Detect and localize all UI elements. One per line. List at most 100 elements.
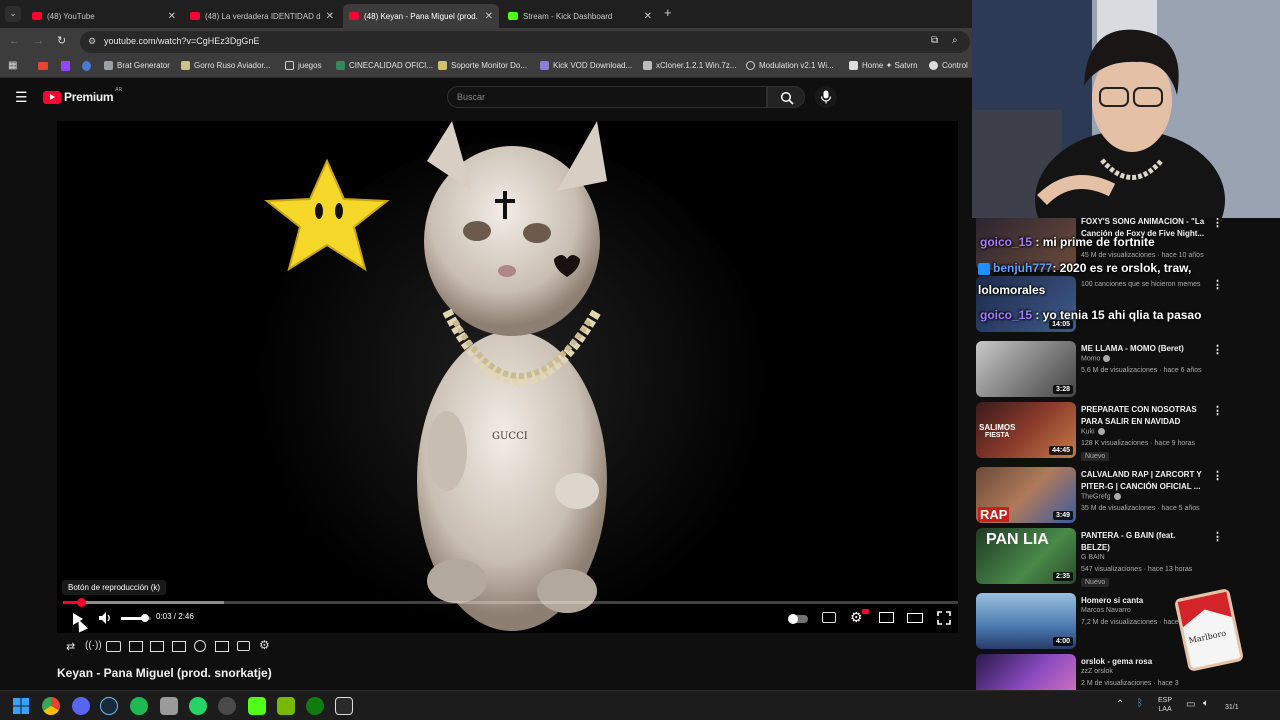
bookmark-item[interactable]: Kick VOD Download... — [540, 61, 632, 70]
bookmark-item[interactable]: Home ✦ Satvrn — [849, 61, 918, 70]
gmail-icon[interactable] — [38, 62, 48, 70]
volume-handle[interactable] — [141, 614, 149, 622]
channel-name[interactable]: TheGrefg — [1081, 493, 1121, 500]
video-title[interactable]: PANTERA - G BAIN (feat. BELZE) — [1081, 530, 1206, 554]
volume-icon[interactable] — [98, 611, 112, 625]
menu-icon[interactable]: ☰ — [15, 89, 28, 106]
fullscreen-icon[interactable] — [937, 611, 951, 625]
bookmark-item[interactable]: CINECALIDAD OFICI... — [336, 61, 433, 70]
more-options-icon[interactable]: ⋮ — [1212, 343, 1223, 356]
search-button[interactable] — [767, 86, 805, 108]
clapper-icon[interactable] — [129, 641, 143, 652]
recommended-video[interactable]: 3:28 ME LLAMA - MOMO (Beret) Momo 5,6 M … — [976, 341, 1276, 399]
bookmark-item[interactable]: Brat Generator — [104, 61, 170, 70]
miniplayer-icon[interactable] — [879, 612, 894, 623]
progress-bar[interactable] — [63, 598, 958, 607]
tray-chevron-icon[interactable]: ⌃ — [1116, 699, 1124, 710]
search-input[interactable]: Buscar — [447, 86, 767, 108]
more-options-icon[interactable]: ⋮ — [1212, 218, 1223, 229]
xbox-icon[interactable] — [306, 697, 324, 715]
video-thumbnail[interactable]: SALIMOS FIESTA 44:45 — [976, 402, 1076, 458]
extension-settings-icon[interactable]: ⚙ — [259, 638, 270, 652]
video-thumbnail[interactable]: PAN LIA 2:35 — [976, 528, 1076, 584]
close-tab-icon[interactable]: ✕ — [485, 11, 493, 22]
cinema-icon[interactable] — [172, 641, 186, 652]
app-icon[interactable] — [218, 697, 236, 715]
video-title[interactable]: ME LLAMA - MOMO (Beret) — [1081, 343, 1206, 355]
bluetooth-icon[interactable]: ᛒ — [1137, 698, 1143, 709]
bookmark-item[interactable]: Control — [929, 61, 968, 70]
steam-icon[interactable] — [100, 697, 118, 715]
more-options-icon[interactable]: ⋮ — [1212, 278, 1223, 291]
app-icon[interactable] — [160, 697, 178, 715]
whatsapp-icon[interactable] — [189, 697, 207, 715]
video-thumbnail[interactable]: RAP 3:49 — [976, 467, 1076, 523]
screenshot-icon[interactable] — [106, 641, 121, 652]
profile-bookmark-icon[interactable] — [82, 61, 91, 71]
clock-date[interactable]: 31/1 — [1225, 704, 1239, 711]
twitch-icon[interactable] — [61, 61, 70, 71]
audio-icon[interactable]: ((·)) — [85, 640, 102, 651]
chrome-icon[interactable] — [42, 697, 60, 715]
kick-icon[interactable] — [248, 697, 266, 715]
epic-games-icon[interactable] — [335, 697, 353, 715]
video-thumbnail[interactable] — [976, 654, 1076, 690]
recommended-video[interactable]: RAP 3:49 CALVALAND RAP | ZARCORT Y PITER… — [976, 467, 1276, 525]
nvidia-icon[interactable] — [277, 697, 295, 715]
tab-search-button[interactable]: ⌄ — [5, 6, 21, 22]
video-title[interactable]: CALVALAND RAP | ZARCORT Y PITER-G | CANC… — [1081, 469, 1206, 493]
bookmark-folder[interactable]: juegos — [285, 61, 322, 70]
video-thumbnail[interactable]: 3:28 — [976, 341, 1076, 397]
browser-tab[interactable]: (48) YouTube ✕ — [26, 4, 182, 28]
bookmark-item[interactable]: Soporte Monitor Do... — [438, 61, 527, 70]
close-tab-icon[interactable]: ✕ — [168, 11, 176, 22]
browser-tab[interactable]: Stream - Kick Dashboard ✕ — [502, 4, 658, 28]
channel-name[interactable]: Momo — [1081, 355, 1111, 362]
install-app-icon[interactable]: ⧉ — [931, 35, 938, 46]
forward-icon[interactable]: → — [33, 35, 44, 47]
close-tab-icon[interactable]: ✕ — [644, 11, 652, 22]
bookmark-item[interactable]: xCloner.1.2.1 Win.7z... — [643, 61, 736, 70]
browser-tab-active[interactable]: (48) Keyan - Pana Miguel (prod. ✕ — [343, 4, 499, 28]
scrubber-handle[interactable] — [76, 598, 86, 607]
video-title[interactable]: orslok - gema rosa — [1081, 656, 1206, 668]
browser-tab[interactable]: (48) La verdadera IDENTIDAD d ✕ — [184, 4, 340, 28]
apps-grid-icon[interactable]: ▦ — [8, 60, 17, 71]
site-info-icon[interactable]: ⚙ — [88, 36, 96, 47]
recommended-video[interactable]: PAN LIA 2:35 PANTERA - G BAIN (feat. BEL… — [976, 528, 1276, 587]
theater-mode-icon[interactable] — [907, 613, 923, 623]
channel-name[interactable]: Kuki — [1081, 428, 1105, 435]
video-thumbnail[interactable]: 4:00 — [976, 593, 1076, 649]
autoplay-toggle[interactable] — [788, 614, 808, 624]
language-indicator[interactable]: ESP LAA — [1158, 696, 1172, 714]
camera-icon[interactable] — [237, 641, 250, 651]
volume-slider[interactable] — [121, 614, 151, 622]
new-tab-icon[interactable]: + — [664, 5, 672, 20]
frame-icon[interactable] — [215, 641, 229, 652]
reload-icon[interactable]: ↻ — [57, 34, 66, 47]
discord-icon[interactable] — [72, 697, 90, 715]
settings-gear-icon[interactable]: ⚙ — [850, 609, 863, 626]
popup-icon[interactable] — [150, 641, 164, 652]
bookmark-item[interactable]: Gorro Ruso Aviador... — [181, 61, 270, 70]
video-player[interactable]: GUCCI — [57, 121, 958, 633]
speaker-icon[interactable]: 🔈︎ — [1203, 698, 1209, 709]
voice-search-button[interactable] — [815, 86, 837, 108]
more-options-icon[interactable]: ⋮ — [1212, 404, 1223, 417]
youtube-logo[interactable]: Premium AR — [43, 87, 122, 104]
more-options-icon[interactable]: ⋮ — [1212, 530, 1223, 543]
channel-name[interactable]: zzZ orslok — [1081, 668, 1113, 675]
recommended-video[interactable]: SALIMOS FIESTA 44:45 PREPARATE CON NOSOT… — [976, 402, 1276, 461]
close-tab-icon[interactable]: ✕ — [326, 11, 334, 22]
subtitles-icon[interactable] — [822, 612, 836, 623]
speed-icon[interactable] — [194, 640, 206, 652]
loop-icon[interactable]: ⇄ — [66, 640, 75, 653]
network-icon[interactable]: ▭ — [1186, 699, 1195, 710]
windows-start-icon[interactable] — [13, 698, 29, 714]
url-input[interactable]: ⚙ youtube.com/watch?v=CgHEz3DgGnE ⧉ ⌕ — [80, 31, 970, 53]
bookmark-item[interactable]: Modulation v2.1 Wi... — [746, 61, 834, 70]
back-icon[interactable]: ← — [9, 35, 20, 47]
zoom-icon[interactable]: ⌕ — [952, 35, 958, 46]
channel-name[interactable]: G BAIN — [1081, 554, 1105, 561]
spotify-icon[interactable] — [130, 697, 148, 715]
